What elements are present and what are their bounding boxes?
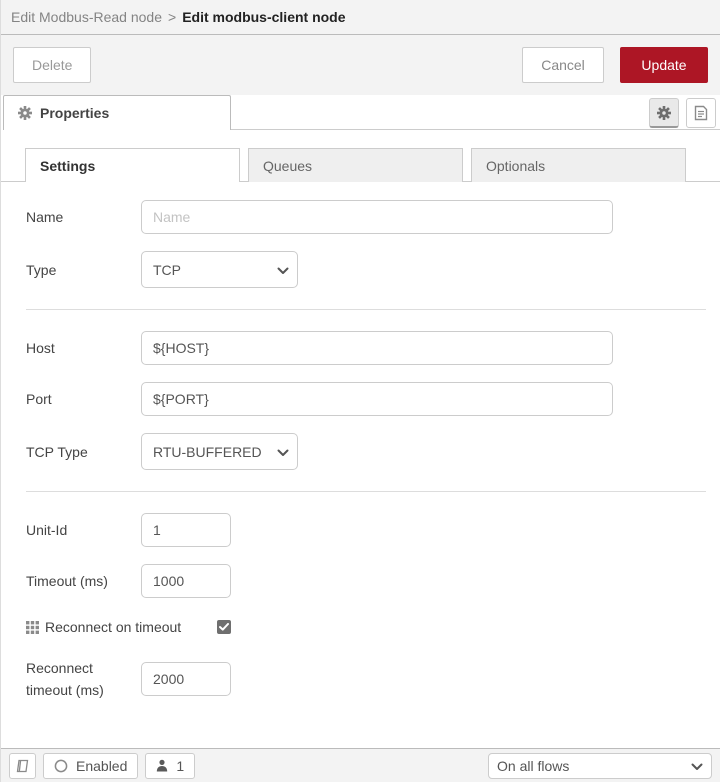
tab-optionals[interactable]: Optionals bbox=[471, 148, 686, 182]
reconnect-timeout-label: Reconnect timeout (ms) bbox=[26, 660, 104, 698]
breadcrumb-parent[interactable]: Edit Modbus-Read node bbox=[11, 9, 162, 25]
enabled-label: Enabled bbox=[76, 757, 128, 774]
port-label: Port bbox=[26, 391, 52, 407]
port-row: Port bbox=[26, 382, 700, 416]
breadcrumb-separator: > bbox=[168, 9, 177, 25]
edit-description-view-button[interactable] bbox=[686, 98, 716, 128]
breadcrumb: Edit Modbus-Read node > Edit modbus-clie… bbox=[1, 0, 720, 35]
type-label: Type bbox=[26, 261, 57, 278]
host-input[interactable] bbox=[141, 331, 613, 365]
reconnect-on-timeout-row: Reconnect on timeout bbox=[26, 619, 700, 635]
host-label: Host bbox=[26, 340, 55, 356]
tab-settings-label: Settings bbox=[40, 157, 96, 174]
tab-optionals-label: Optionals bbox=[486, 157, 546, 174]
reconnect-on-timeout-checkbox[interactable] bbox=[217, 620, 232, 634]
type-row: Type TCP bbox=[26, 251, 700, 288]
name-row: Name bbox=[26, 200, 700, 234]
gear-icon bbox=[18, 106, 32, 120]
tcp-type-label: TCP Type bbox=[26, 443, 88, 460]
document-icon bbox=[694, 105, 708, 121]
edit-properties-view-button[interactable] bbox=[649, 98, 679, 128]
editor-view-buttons bbox=[649, 98, 716, 128]
timeout-row: Timeout (ms) bbox=[26, 564, 700, 598]
tcp-type-row: TCP Type RTU-BUFFERED bbox=[26, 433, 700, 470]
cancel-button[interactable]: Cancel bbox=[522, 47, 604, 83]
checkmark-icon bbox=[219, 623, 230, 631]
node-help-button[interactable] bbox=[9, 752, 36, 779]
reconnect-timeout-row: Reconnect timeout (ms) bbox=[26, 657, 700, 701]
properties-tab-row: Properties bbox=[1, 95, 720, 130]
grid-icon bbox=[26, 620, 39, 634]
delete-button[interactable]: Delete bbox=[13, 47, 92, 83]
instance-count: 1 bbox=[176, 757, 185, 774]
dialog-footer: Enabled 1 On all flows bbox=[1, 748, 720, 782]
book-icon bbox=[15, 759, 30, 773]
status-circle-icon bbox=[54, 759, 68, 773]
config-tabs: Settings Queues Optionals bbox=[1, 148, 720, 183]
unit-id-row: Unit-Id bbox=[26, 513, 700, 547]
reconnect-timeout-input[interactable] bbox=[141, 662, 231, 696]
tab-properties[interactable]: Properties bbox=[3, 95, 231, 130]
tab-properties-label: Properties bbox=[40, 105, 110, 121]
reconnect-on-timeout-label: Reconnect on timeout bbox=[45, 619, 182, 635]
tab-queues-label: Queues bbox=[263, 157, 313, 174]
port-input[interactable] bbox=[141, 382, 613, 416]
gear-icon bbox=[657, 105, 671, 120]
timeout-input[interactable] bbox=[141, 564, 231, 598]
unit-id-input[interactable] bbox=[141, 513, 231, 547]
tab-settings[interactable]: Settings bbox=[25, 148, 240, 183]
node-instances-button[interactable]: 1 bbox=[145, 752, 196, 779]
edit-node-dialog: Edit Modbus-Read node > Edit modbus-clie… bbox=[0, 0, 720, 782]
name-input[interactable] bbox=[141, 200, 613, 234]
section-divider bbox=[26, 309, 706, 310]
tab-row-underline bbox=[231, 129, 720, 130]
name-label: Name bbox=[26, 209, 64, 225]
section-divider bbox=[26, 491, 706, 492]
settings-form: Name Type TCP Host Port TCP Type bbox=[1, 182, 720, 701]
update-button[interactable]: Update bbox=[620, 47, 708, 83]
breadcrumb-current: Edit modbus-client node bbox=[182, 9, 346, 25]
type-select[interactable]: TCP bbox=[141, 251, 298, 288]
tab-queues[interactable]: Queues bbox=[248, 148, 463, 182]
scope-select[interactable]: On all flows bbox=[488, 752, 712, 779]
timeout-label: Timeout (ms) bbox=[26, 573, 108, 589]
unit-id-label: Unit-Id bbox=[26, 522, 68, 538]
tcp-type-select[interactable]: RTU-BUFFERED bbox=[141, 433, 298, 470]
node-enabled-toggle[interactable]: Enabled bbox=[43, 752, 139, 779]
host-row: Host bbox=[26, 331, 700, 365]
person-icon bbox=[156, 759, 168, 772]
dialog-toolbar: Delete Cancel Update bbox=[1, 35, 720, 95]
